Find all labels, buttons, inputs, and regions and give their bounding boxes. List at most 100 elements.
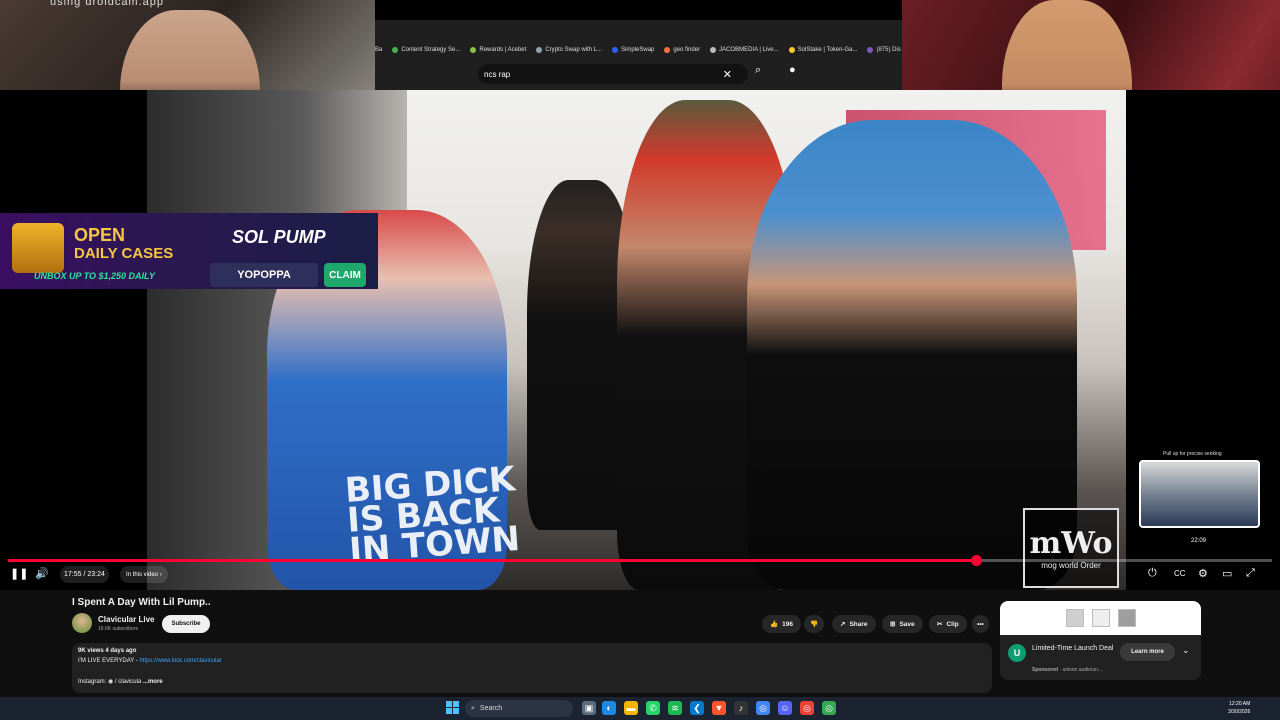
taskbar: ⌕ Search ▣ ◐ ▬ ✆ ≋ ❮ ▼ ♪ ◎ ☺ ◎ ◎ 12:20 AM… bbox=[0, 697, 1280, 720]
bookmarks-bar: Ba Content Strategy Se... Rewards | Aceb… bbox=[375, 42, 902, 58]
sponsored-card[interactable]: U Limited-Time Launch Deal Sponsored · u… bbox=[1000, 601, 1201, 680]
bookmark[interactable]: Ba bbox=[375, 47, 382, 53]
time-display: 17:55 / 23:24 bbox=[60, 566, 109, 583]
fullscreen-icon[interactable]: ⤢ bbox=[1246, 567, 1255, 580]
whatsapp-icon[interactable]: ✆ bbox=[646, 701, 660, 715]
channel-name[interactable]: Clavicular Live bbox=[98, 615, 154, 624]
discord-icon[interactable]: ☺ bbox=[778, 701, 792, 715]
bookmark-label: Crypto Swap with L... bbox=[545, 47, 603, 53]
task-view-icon[interactable]: ▣ bbox=[582, 701, 596, 715]
bookmark-icon bbox=[788, 47, 795, 53]
bookmark[interactable]: Crypto Swap with L... bbox=[536, 47, 602, 53]
subscribe-button[interactable]: Subscribe bbox=[162, 615, 210, 633]
sponsored-domain: unison.audio/un... bbox=[1062, 667, 1103, 673]
video-player[interactable]: BIG DICK IS BACK IN TOWN mWo mog world O… bbox=[0, 90, 1280, 590]
bookmark-label: Ba bbox=[375, 47, 383, 53]
sponsored-meta: Sponsored · unison.audio/un... bbox=[1032, 667, 1103, 673]
chevron-down-icon[interactable]: ⌄ bbox=[1182, 645, 1190, 656]
ad-banner[interactable]: OPEN DAILY CASES UNBOX UP TO $1,250 DAIL… bbox=[0, 213, 378, 289]
bookmark[interactable]: geo finder bbox=[664, 47, 700, 53]
chrome-icon[interactable]: ◎ bbox=[756, 701, 770, 715]
sponsored-title[interactable]: Limited-Time Launch Deal bbox=[1032, 644, 1120, 654]
share-label: Share bbox=[849, 620, 868, 628]
chrome-icon[interactable]: ◎ bbox=[800, 701, 814, 715]
ad-tagline: UNBOX UP TO $1,250 DAILY bbox=[34, 271, 155, 281]
video-title: I Spent A Day With Lil Pump.. bbox=[72, 597, 211, 608]
ad-brand-logo: SOL PUMP bbox=[232, 227, 326, 247]
progress-played bbox=[8, 559, 977, 562]
seek-preview-thumbnail bbox=[1139, 460, 1260, 528]
windows-start-icon[interactable] bbox=[446, 701, 459, 714]
search-icon: ⌕ bbox=[471, 704, 475, 712]
chapter-label: In this video bbox=[126, 571, 159, 578]
like-button[interactable]: 👍 196 bbox=[762, 615, 801, 633]
bookmark-label: SimpleSwap bbox=[621, 47, 655, 53]
sponsored-banner[interactable] bbox=[1000, 601, 1201, 635]
gear-icon[interactable]: ⚙ bbox=[1198, 567, 1208, 580]
sponsor-logo: U bbox=[1008, 644, 1026, 662]
ad-claim-button[interactable]: CLAIM bbox=[324, 263, 366, 287]
thumbs-down-icon: 👎 bbox=[810, 621, 819, 628]
bookmark[interactable]: SimpleSwap bbox=[612, 47, 654, 53]
clip-label: Clip bbox=[946, 620, 959, 628]
miniplayer-icon[interactable]: ▭ bbox=[1222, 567, 1232, 580]
bookmark[interactable]: JACOBMEDIA | Live... bbox=[710, 47, 779, 53]
file-explorer-icon[interactable]: ▬ bbox=[624, 701, 638, 715]
system-clock[interactable]: 12:20 AM 3/30/2026 bbox=[1228, 700, 1250, 716]
view-count-date: 9K views 4 days ago bbox=[78, 648, 137, 654]
tiktok-icon[interactable]: ♪ bbox=[734, 701, 748, 715]
copilot-icon[interactable]: ◐ bbox=[602, 701, 616, 715]
vscode-icon[interactable]: ❮ bbox=[690, 701, 704, 715]
instagram-handle[interactable]: / clavicula bbox=[113, 679, 141, 685]
description-box[interactable]: 9K views 4 days ago I'M LIVE EVERYDAY - … bbox=[72, 643, 992, 693]
save-button[interactable]: ⊞ Save bbox=[882, 615, 923, 633]
bookmark-icon: ⊞ bbox=[890, 621, 896, 628]
show-more-link[interactable]: ...more bbox=[143, 679, 163, 685]
bookmark[interactable]: SolStake | Token-Ga... bbox=[788, 47, 858, 53]
seek-hint: Pull up for precise seeking bbox=[1163, 451, 1222, 457]
spotify-icon[interactable]: ≋ bbox=[668, 701, 682, 715]
brave-icon[interactable]: ▼ bbox=[712, 701, 726, 715]
ad-headline-2: DAILY CASES bbox=[74, 245, 174, 262]
search-icon[interactable]: ⌕ bbox=[755, 64, 761, 77]
pause-icon[interactable]: ❚❚ bbox=[10, 567, 28, 580]
search-input[interactable]: ncs rap ✕ bbox=[478, 64, 748, 84]
seek-preview-time: 22:09 bbox=[1191, 538, 1207, 544]
video-frame[interactable]: BIG DICK IS BACK IN TOWN mWo mog world O… bbox=[147, 90, 1126, 590]
chrome-icon[interactable]: ◎ bbox=[822, 701, 836, 715]
clip-button[interactable]: ✂ Clip bbox=[929, 615, 967, 633]
mic-icon[interactable]: ● bbox=[789, 64, 796, 76]
player-controls: ❚❚ 🔊 17:55 / 23:24 In this video › ⏻ CC … bbox=[0, 564, 1280, 586]
bookmark[interactable]: Content Strategy Se... bbox=[392, 47, 460, 53]
bookmark[interactable]: Rewards | Acebet bbox=[470, 47, 526, 53]
bookmark-label: SolStake | Token-Ga... bbox=[797, 47, 858, 53]
taskbar-search[interactable]: ⌕ Search bbox=[465, 700, 573, 717]
search-query: ncs rap bbox=[484, 69, 511, 79]
captions-icon[interactable]: CC bbox=[1174, 569, 1186, 578]
droidcam-watermark: using droidcam.app bbox=[50, 0, 165, 8]
autoplay-toggle-icon[interactable]: ⏻ bbox=[1148, 567, 1157, 580]
taskbar-search-label: Search bbox=[479, 705, 503, 712]
instagram-line: Instagram: ◉ / clavicula ...more bbox=[78, 678, 163, 685]
shirt-text: BIG DICK IS BACK IN TOWN bbox=[344, 459, 522, 571]
more-actions-button[interactable]: ••• bbox=[972, 615, 989, 633]
like-count: 196 bbox=[782, 620, 793, 628]
close-icon[interactable]: ✕ bbox=[723, 68, 732, 81]
avatar[interactable] bbox=[72, 613, 92, 633]
bookmark-icon bbox=[392, 47, 399, 53]
volume-icon[interactable]: 🔊 bbox=[35, 567, 49, 580]
product-image bbox=[1091, 609, 1110, 627]
share-button[interactable]: ↗ Share bbox=[832, 615, 876, 633]
bookmark[interactable]: (875) Dis bbox=[867, 47, 901, 53]
progress-bar[interactable] bbox=[8, 555, 1272, 566]
clock-date: 3/30/2026 bbox=[1228, 709, 1251, 715]
learn-more-button[interactable]: Learn more bbox=[1120, 643, 1175, 661]
kick-link[interactable]: https://www.kick.com/clavicular bbox=[140, 658, 222, 664]
chapter-button[interactable]: In this video › bbox=[120, 566, 168, 583]
subscriber-count: 16.6K subscribers bbox=[98, 626, 139, 632]
dislike-button[interactable]: 👎 bbox=[804, 615, 825, 633]
bookmark-icon bbox=[664, 47, 671, 53]
scissors-icon: ✂ bbox=[937, 621, 943, 628]
product-image bbox=[1117, 609, 1136, 627]
bookmark-label: JACOBMEDIA | Live... bbox=[719, 47, 779, 53]
